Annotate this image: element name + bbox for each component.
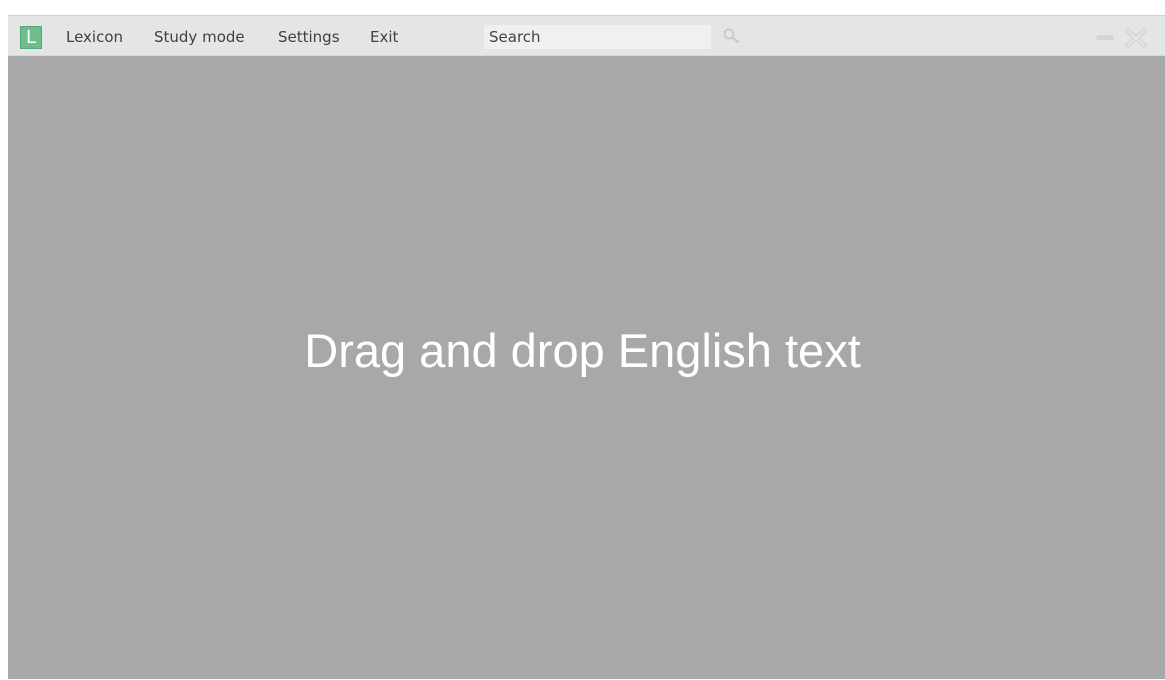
menu-item-exit[interactable]: Exit: [370, 27, 398, 47]
drop-area[interactable]: Drag and drop English text: [8, 56, 1165, 680]
app-window: L Lexicon Study mode Settings Exit Searc…: [8, 15, 1165, 679]
menu-item-lexicon[interactable]: Lexicon: [66, 27, 123, 47]
menu-item-settings[interactable]: Settings: [278, 27, 340, 47]
close-icon[interactable]: [1124, 27, 1148, 49]
drop-message: Drag and drop English text: [304, 324, 861, 377]
search-input[interactable]: Search: [484, 25, 711, 49]
minimize-icon[interactable]: [1095, 28, 1115, 46]
app-logo-icon: L: [20, 26, 42, 49]
menu-item-study-mode[interactable]: Study mode: [154, 27, 245, 47]
menu-bar: L Lexicon Study mode Settings Exit Searc…: [8, 16, 1165, 56]
search-icon[interactable]: [722, 27, 744, 47]
